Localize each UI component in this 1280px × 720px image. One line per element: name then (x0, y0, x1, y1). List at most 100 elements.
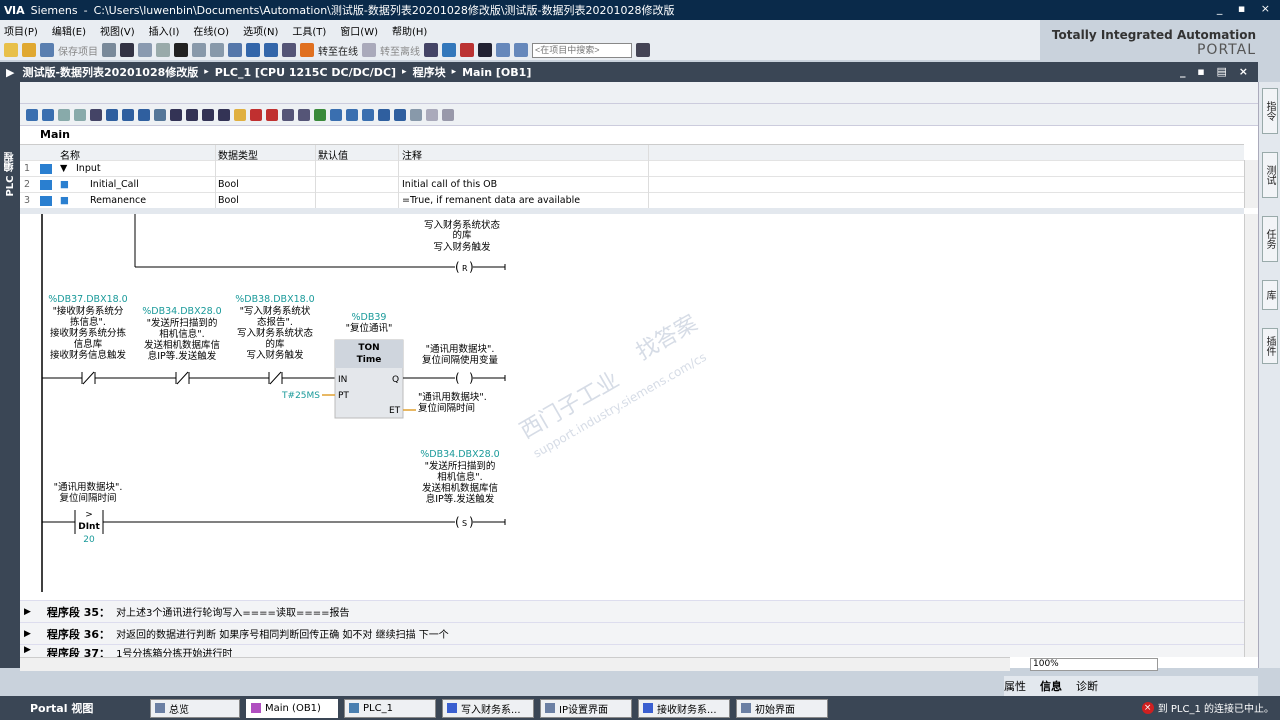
interface-row[interactable]: 2 ■ Initial_Call Bool Initial call of th… (20, 177, 1244, 193)
expand-icon[interactable]: ▶ (24, 629, 31, 639)
modify-value-icon[interactable] (298, 108, 310, 121)
network-36[interactable]: ▶ 程序段 36： 对返回的数据进行判断 如果序号相同判断回传正确 如不对 继续… (20, 622, 1244, 644)
insert-contact-icon[interactable] (170, 108, 182, 121)
compare-greater-box[interactable]: > DInt 20 (74, 510, 104, 545)
go-online-icon[interactable] (300, 43, 314, 57)
editor-window-controls[interactable]: _ ▪ ▤ × (1180, 65, 1252, 78)
contact-db34[interactable]: %DB34.DBX28.0 "发送所扫描到的 相机信息". 发送相机数据库信 息… (142, 306, 222, 385)
absolute-operands-icon[interactable] (74, 108, 86, 121)
task-write-finance[interactable]: 写入财务系... (442, 698, 534, 718)
tab-tasks[interactable]: 任务 (1262, 216, 1278, 262)
favorites-icon[interactable] (90, 108, 102, 121)
collapse-networks-icon[interactable] (106, 108, 118, 121)
expand-networks-icon[interactable] (122, 108, 134, 121)
go-offline-icon[interactable] (362, 43, 376, 57)
open-branch-icon[interactable] (218, 108, 230, 121)
plc-programming-tab[interactable]: PLC 编程 (3, 152, 17, 197)
window-controls[interactable]: _ ▪ × (1217, 2, 1276, 15)
block-interface-icon[interactable] (410, 108, 422, 121)
simulate-icon[interactable] (282, 43, 296, 57)
interface-row[interactable]: 3 ■ Remanence Bool =True, if remanent da… (20, 193, 1244, 209)
breadcrumb-plc[interactable]: PLC_1 [CPU 1215C DC/DC/DC] (215, 66, 396, 79)
monitor-on-icon[interactable] (314, 108, 326, 121)
ton-timer[interactable]: %DB39 "复位通讯" TON Time IN Q PT ET (334, 312, 404, 419)
delete-line-icon[interactable] (346, 108, 358, 121)
network-37[interactable]: ▶ 程序段 37： 1号分拣箱分拣开始进行时 (20, 644, 1244, 657)
breadcrumb-project[interactable]: 测试版-数据列表20201028修改版 (22, 64, 198, 80)
expand-icon[interactable]: ▼ (60, 163, 67, 174)
menu-window[interactable]: 窗口(W) (340, 23, 378, 38)
tab-info[interactable]: 信息 (1040, 678, 1062, 694)
contact-db37[interactable]: %DB37.DBX18.0 "接收财务系统分 拣信息". 接收财务系统分拣 信息… (48, 294, 128, 385)
show-comments-icon[interactable] (138, 108, 150, 121)
expand-icon[interactable]: ▶ (24, 607, 31, 617)
portal-view-button[interactable]: Portal 视图 (0, 700, 150, 716)
task-ip-settings[interactable]: IP设置界面 (540, 698, 632, 718)
menu-view[interactable]: 视图(V) (100, 23, 135, 38)
interface-row[interactable]: 1 ▼ Input (20, 161, 1244, 177)
menu-edit[interactable]: 编辑(E) (52, 23, 86, 38)
insert-box-icon[interactable] (202, 108, 214, 121)
set-coil[interactable]: %DB34.DBX28.0 "发送所扫描到的 相机信息". 发送相机数据库信 息… (420, 449, 499, 529)
save-icon[interactable] (40, 43, 54, 57)
tab-addins[interactable]: 插件 (1262, 328, 1278, 364)
download-icon[interactable] (246, 43, 260, 57)
network-comments-icon[interactable] (58, 108, 70, 121)
cross-reference-icon[interactable] (478, 43, 492, 57)
go-to-next-error-icon[interactable] (266, 108, 278, 121)
expand-project-tree-icon[interactable]: ▶ (6, 66, 14, 79)
output-coil[interactable]: () (455, 371, 474, 385)
tab-testing[interactable]: 测试 (1262, 152, 1278, 198)
reset-coil[interactable]: (R) (455, 260, 474, 274)
go-online-button[interactable]: 转至在线 (318, 43, 358, 58)
compile-icon[interactable] (228, 43, 242, 57)
delete-network-icon[interactable] (42, 108, 54, 121)
editor-vertical-scrollbar[interactable] (1244, 214, 1258, 657)
copy-icon[interactable] (138, 43, 152, 57)
upload-icon[interactable] (264, 43, 278, 57)
menu-tools[interactable]: 工具(T) (292, 23, 326, 38)
editor-horizontal-scrollbar[interactable] (20, 657, 1010, 671)
task-plc1[interactable]: PLC_1 (344, 698, 436, 718)
insert-network-icon[interactable] (26, 108, 38, 121)
search-icon[interactable] (636, 43, 650, 57)
callout-icon[interactable] (154, 108, 166, 121)
redo-icon[interactable] (210, 43, 224, 57)
go-offline-button[interactable]: 转至离线 (380, 43, 420, 58)
task-main-ob1[interactable]: Main (OB1) (246, 698, 338, 718)
network-35[interactable]: ▶ 程序段 35： 对上述3个通讯进行轮询写入====读取====报告 (20, 600, 1244, 622)
menu-online[interactable]: 在线(O) (193, 23, 229, 38)
window-layout-icon[interactable] (442, 108, 454, 121)
uncomment-icon[interactable] (394, 108, 406, 121)
new-project-icon[interactable] (4, 43, 18, 57)
snapshot-icon[interactable] (426, 108, 438, 121)
monitoring-icon[interactable] (234, 108, 246, 121)
menu-options[interactable]: 选项(N) (243, 23, 278, 38)
status-message[interactable]: × 到 PLC_1 的连接已中止。 (1141, 700, 1274, 715)
undo-icon[interactable] (192, 43, 206, 57)
task-receive-finance[interactable]: 接收财务系... (638, 698, 730, 718)
stop-cpu-icon[interactable] (460, 43, 474, 57)
menu-insert[interactable]: 插入(I) (149, 23, 180, 38)
expand-icon[interactable]: ▶ (24, 645, 31, 655)
paste-icon[interactable] (156, 43, 170, 57)
task-overview[interactable]: 总览 (150, 698, 240, 718)
delete-icon[interactable] (174, 43, 188, 57)
interface-scrollbar[interactable] (1244, 160, 1258, 208)
split-horizontal-icon[interactable] (496, 43, 510, 57)
contact-db38[interactable]: %DB38.DBX18.0 "写入财务系统状 态报告". 写入财务系统状态 的库… (235, 294, 315, 385)
go-to-error-icon[interactable] (250, 108, 262, 121)
tab-properties[interactable]: 属性 (1004, 678, 1026, 694)
tab-instructions[interactable]: 指令 (1262, 88, 1278, 134)
breadcrumb-main[interactable]: Main [OB1] (462, 66, 531, 79)
project-search-input[interactable] (532, 42, 632, 58)
task-initial-screen[interactable]: 初始界面 (736, 698, 828, 718)
save-project-button[interactable]: 保存项目 (58, 43, 98, 58)
modify-operand-icon[interactable] (282, 108, 294, 121)
zoom-select[interactable]: 100% (1030, 658, 1158, 671)
open-project-icon[interactable] (22, 43, 36, 57)
insert-coil-icon[interactable] (186, 108, 198, 121)
split-vertical-icon[interactable] (514, 43, 528, 57)
cut-icon[interactable] (120, 43, 134, 57)
breadcrumb-program-blocks[interactable]: 程序块 (413, 64, 446, 80)
